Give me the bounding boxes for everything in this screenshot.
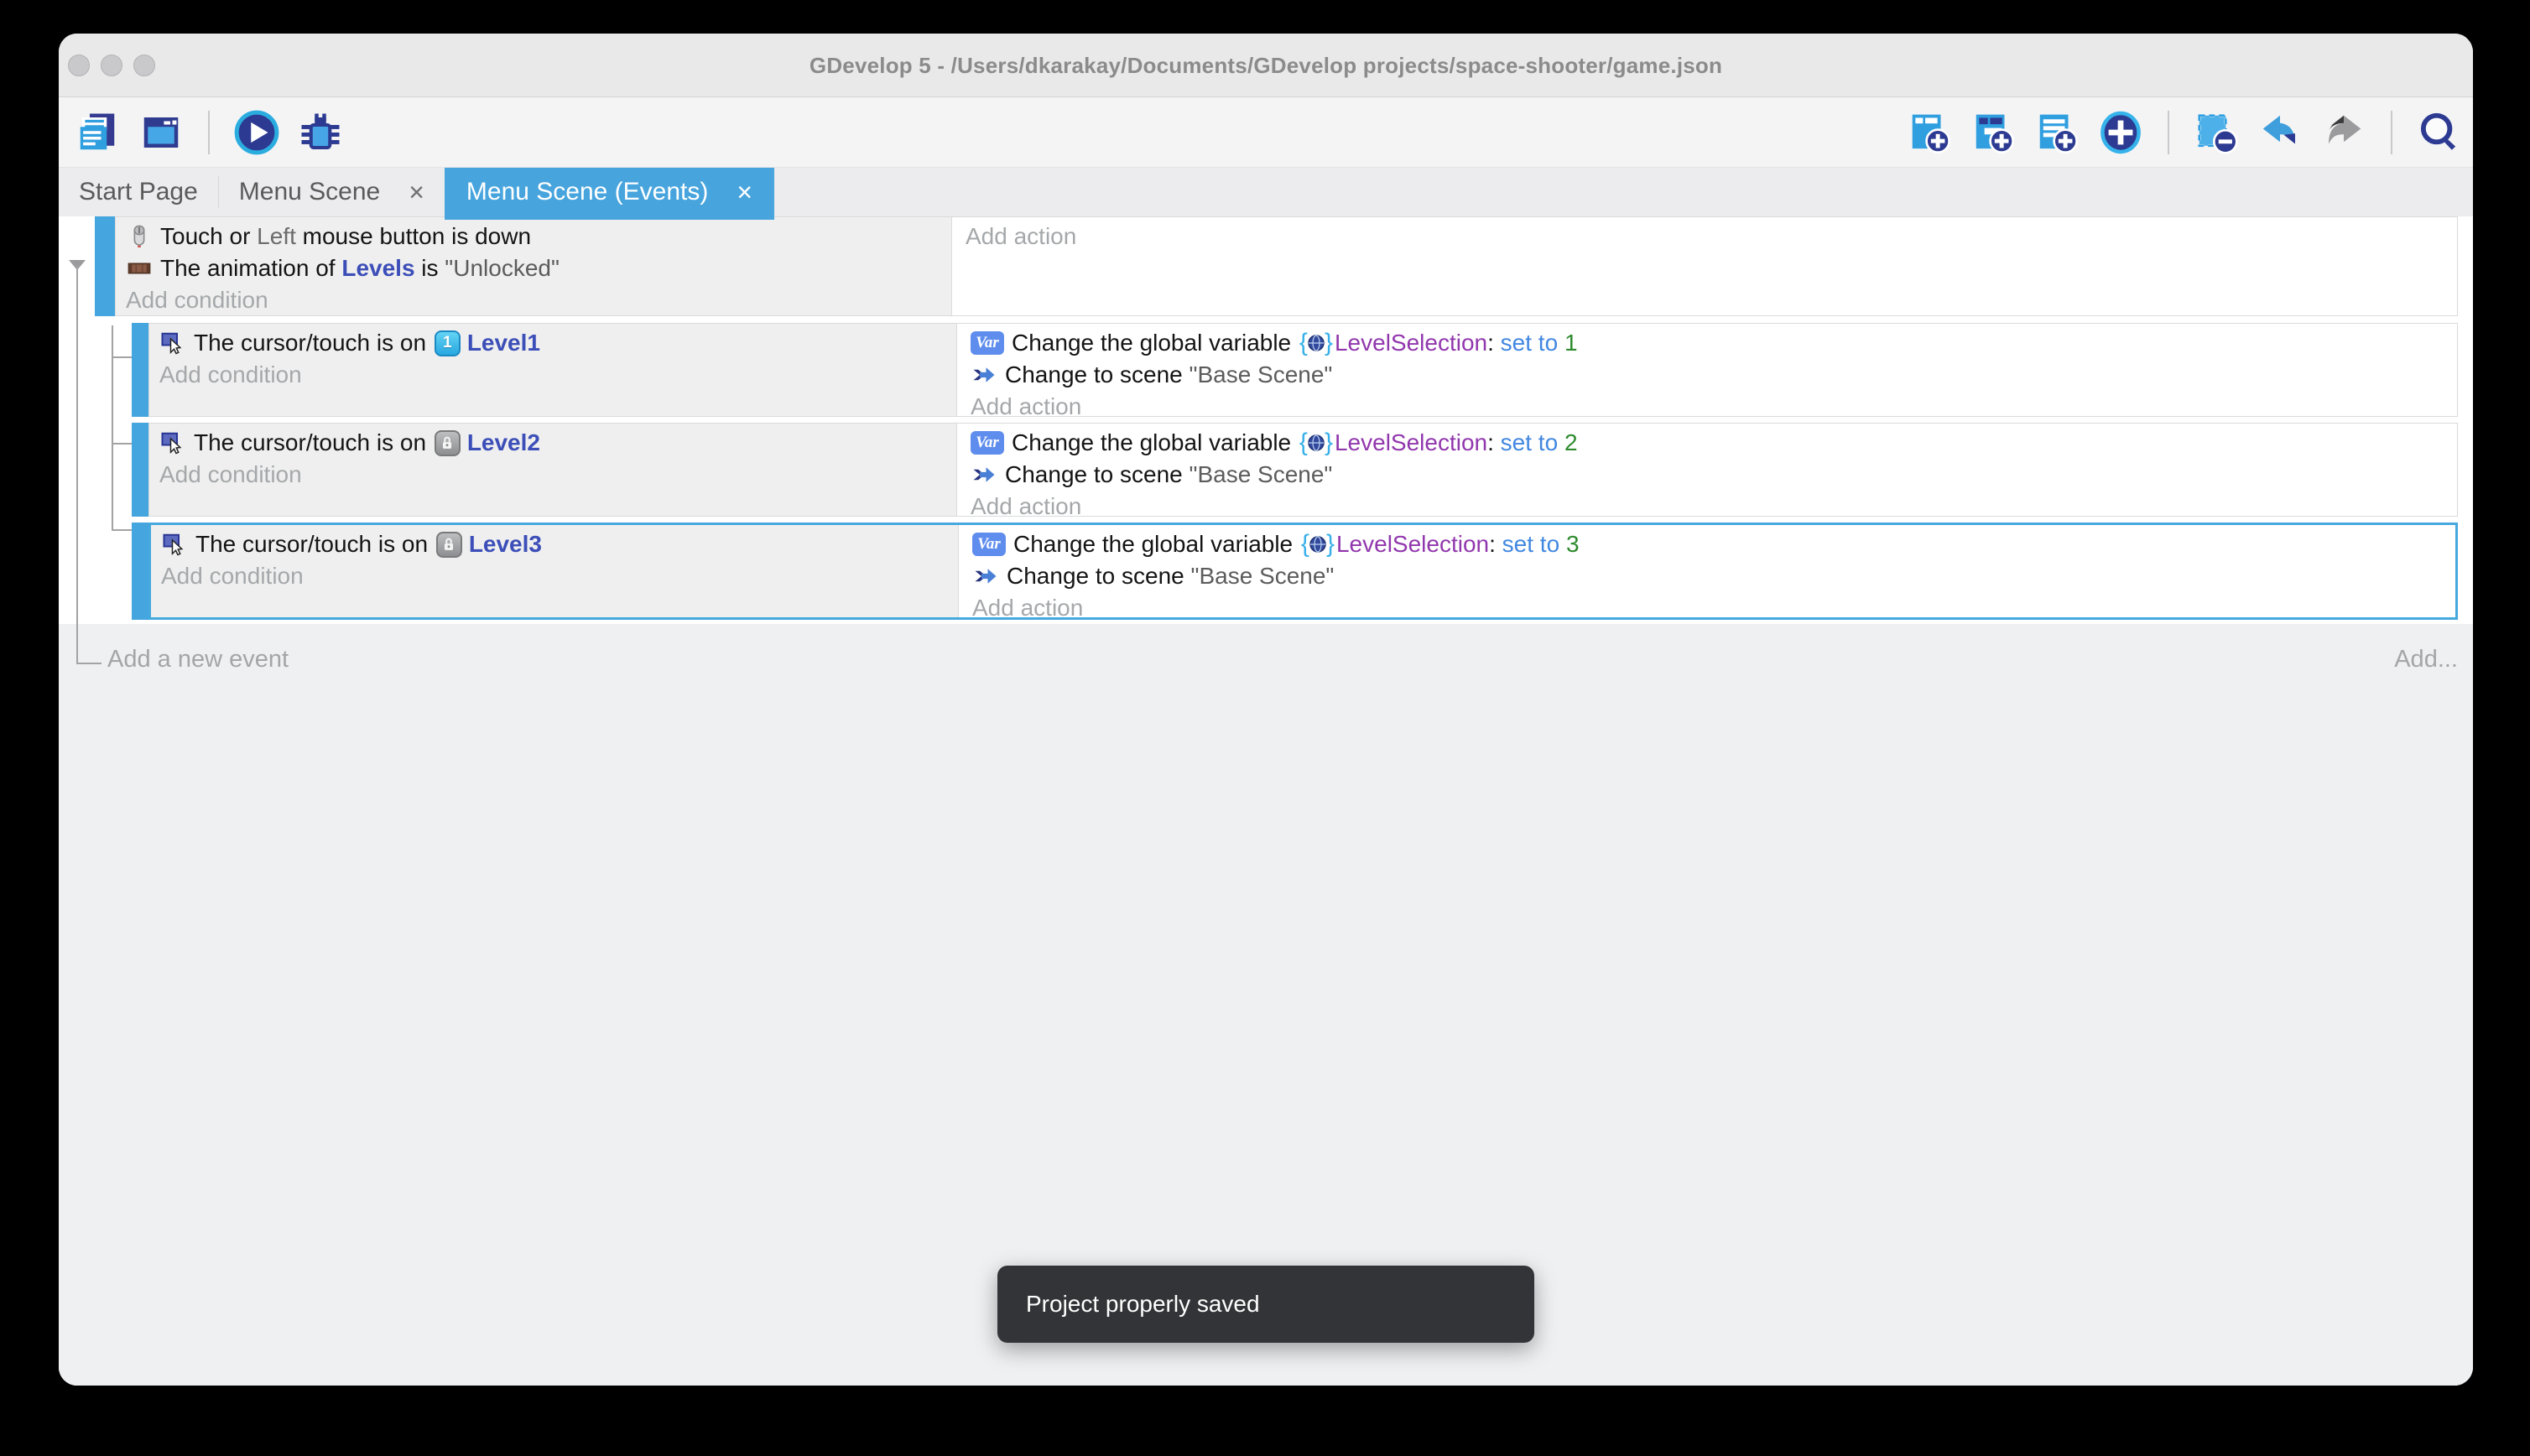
toolbar-left <box>74 109 344 156</box>
toolbar <box>59 97 2473 168</box>
events-sheet: Touch or Left mouse button is down The a… <box>59 216 2473 1386</box>
event-row-level1[interactable]: The cursor/touch is on 1 Level1 Add cond… <box>132 323 2458 417</box>
add-subevent-icon[interactable] <box>1970 109 2017 156</box>
lock-icon <box>435 430 461 456</box>
add-action-button[interactable]: Add action <box>972 592 2455 624</box>
action-change-scene[interactable]: Change to scene "Base Scene" <box>971 359 2457 391</box>
cursor-on-object-icon <box>159 429 186 456</box>
change-scene-arrow-icon <box>971 461 997 488</box>
cursor-on-object-icon <box>159 330 186 356</box>
actions-pane: Var Change the global variable {} LevelS… <box>959 525 2455 617</box>
scene-editor-icon[interactable] <box>138 109 185 156</box>
minimize-button[interactable] <box>101 55 122 76</box>
conditions-pane: The cursor/touch is on 1 Level1 Add cond… <box>149 324 957 416</box>
undo-icon[interactable] <box>2257 109 2304 156</box>
debug-icon[interactable] <box>297 109 344 156</box>
object-thumbnail-level1: 1 <box>435 330 461 356</box>
conditions-pane: Touch or Left mouse button is down The a… <box>116 217 952 315</box>
condition-cursor-on[interactable]: The cursor/touch is on 1 Level1 <box>159 327 956 359</box>
condition-cursor-on[interactable]: The cursor/touch is on Level2 <box>159 427 956 459</box>
add-action-button[interactable]: Add action <box>971 391 2457 423</box>
event-indent-bar <box>132 323 148 417</box>
condition-cursor-on[interactable]: The cursor/touch is on Level3 <box>161 528 958 560</box>
redo-icon[interactable] <box>2320 109 2367 156</box>
change-scene-arrow-icon <box>972 563 999 590</box>
action-set-global-variable[interactable]: Var Change the global variable {} LevelS… <box>972 528 2455 560</box>
toast-message: Project properly saved <box>1026 1291 1260 1318</box>
variable-icon: Var <box>971 431 1004 455</box>
toolbar-separator <box>2391 111 2392 154</box>
variable-icon: Var <box>972 533 1006 556</box>
toast-notification: Project properly saved <box>997 1266 1534 1343</box>
add-action-button[interactable]: Add action <box>966 221 2457 252</box>
close-tab-icon[interactable]: × <box>409 179 424 205</box>
tree-line <box>112 356 132 358</box>
action-change-scene[interactable]: Change to scene "Base Scene" <box>971 459 2457 491</box>
add-condition-button[interactable]: Add condition <box>161 560 958 592</box>
tab-label: Menu Scene <box>239 178 380 206</box>
tree-line <box>112 443 132 445</box>
play-icon[interactable] <box>233 109 280 156</box>
add-condition-button[interactable]: Add condition <box>159 459 956 491</box>
event-row-level2[interactable]: The cursor/touch is on Level2 Add condit… <box>132 423 2458 517</box>
tree-line <box>76 267 78 664</box>
add-action-button[interactable]: Add action <box>971 491 2457 523</box>
toolbar-separator <box>2168 111 2169 154</box>
event-indent-bar <box>132 423 148 517</box>
zoom-button[interactable] <box>133 55 155 76</box>
close-button[interactable] <box>68 55 90 76</box>
toolbar-separator <box>208 111 210 154</box>
add-more-button[interactable]: Add... <box>2394 646 2458 673</box>
lock-icon <box>436 532 462 558</box>
tab-menu-scene-events[interactable]: Menu Scene (Events) × <box>445 168 774 216</box>
toolbar-right <box>1906 109 2463 156</box>
add-condition-button[interactable]: Add condition <box>126 284 951 316</box>
add-new-event-button[interactable]: Add a new event <box>107 646 289 673</box>
actions-pane: Add action <box>952 217 2457 315</box>
actions-pane: Var Change the global variable {} LevelS… <box>957 324 2457 416</box>
close-tab-icon[interactable]: × <box>737 179 752 205</box>
add-circle-icon[interactable] <box>2097 109 2144 156</box>
window-controls <box>68 55 155 76</box>
action-set-global-variable[interactable]: Var Change the global variable {} LevelS… <box>971 327 2457 359</box>
mouse-icon <box>126 223 153 250</box>
titlebar: GDevelop 5 - /Users/dkarakay/Documents/G… <box>59 34 2473 97</box>
action-change-scene[interactable]: Change to scene "Base Scene" <box>972 560 2455 592</box>
add-comment-icon[interactable] <box>2033 109 2080 156</box>
actions-pane: Var Change the global variable {} LevelS… <box>957 424 2457 516</box>
event-indent-bar <box>132 523 148 620</box>
add-event-icon[interactable] <box>1906 109 1953 156</box>
conditions-pane: The cursor/touch is on Level3 Add condit… <box>151 525 959 617</box>
delete-event-icon[interactable] <box>2193 109 2240 156</box>
global-variable-icon: {} <box>1299 430 1333 455</box>
tab-bar: Start Page Menu Scene × Menu Scene (Even… <box>59 168 2473 216</box>
tab-start-page[interactable]: Start Page <box>59 168 218 216</box>
global-variable-icon: {} <box>1299 330 1333 356</box>
tab-label: Menu Scene (Events) <box>466 178 708 206</box>
window-title: GDevelop 5 - /Users/dkarakay/Documents/G… <box>59 34 2473 97</box>
tab-menu-scene[interactable]: Menu Scene × <box>219 168 445 216</box>
animation-icon <box>126 255 153 282</box>
event-indent-bar <box>95 216 115 316</box>
condition-mouse-down[interactable]: Touch or Left mouse button is down <box>126 221 951 252</box>
global-variable-icon: {} <box>1301 532 1335 557</box>
search-icon[interactable] <box>2416 109 2463 156</box>
project-manager-icon[interactable] <box>74 109 121 156</box>
condition-animation[interactable]: The animation of Levels is "Unlocked" <box>126 252 951 284</box>
action-set-global-variable[interactable]: Var Change the global variable {} LevelS… <box>971 427 2457 459</box>
conditions-pane: The cursor/touch is on Level2 Add condit… <box>149 424 957 516</box>
event-row-main[interactable]: Touch or Left mouse button is down The a… <box>95 216 2458 316</box>
cursor-on-object-icon <box>161 531 188 558</box>
event-row-level3[interactable]: The cursor/touch is on Level3 Add condit… <box>132 523 2458 620</box>
tab-label: Start Page <box>79 178 198 206</box>
add-condition-button[interactable]: Add condition <box>159 359 956 391</box>
tree-line <box>112 529 132 531</box>
change-scene-arrow-icon <box>971 361 997 388</box>
tree-line <box>76 663 102 664</box>
gdevelop-window: GDevelop 5 - /Users/dkarakay/Documents/G… <box>59 34 2473 1386</box>
variable-icon: Var <box>971 331 1004 355</box>
